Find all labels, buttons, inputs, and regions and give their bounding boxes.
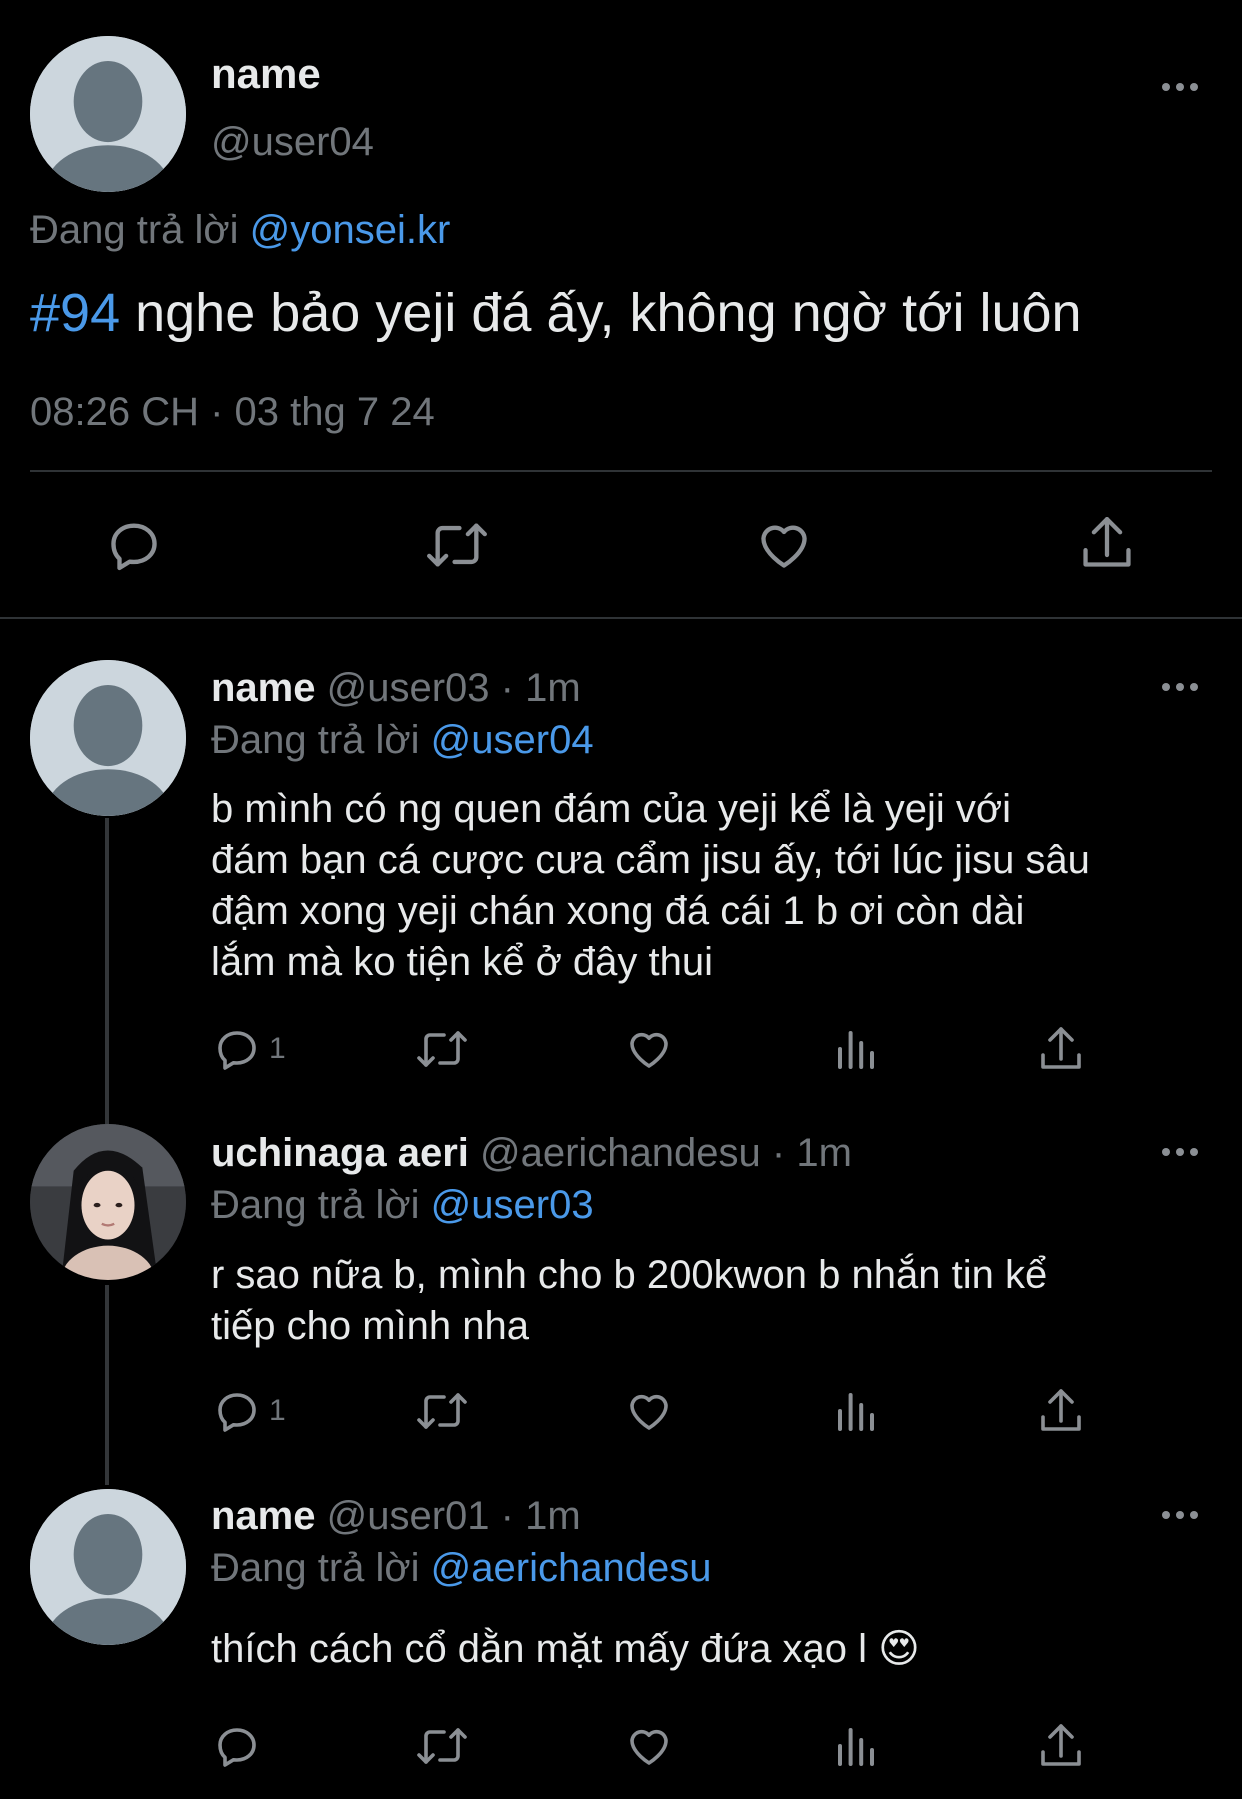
- reply-icon: [218, 1031, 256, 1070]
- avatar[interactable]: [30, 36, 186, 192]
- text-line: đám bạn cá cược cưa cẩm jisu ấy, tới lúc…: [211, 838, 1090, 882]
- share-button[interactable]: [1037, 1720, 1085, 1772]
- share-icon: [1041, 1389, 1081, 1431]
- replying-to-link[interactable]: @user03: [431, 1183, 594, 1227]
- views-icon: [838, 1728, 874, 1766]
- reply-header: name @user03 · 1m: [211, 666, 581, 711]
- retweet-icon: [427, 523, 487, 567]
- reply-time[interactable]: · 1m: [501, 666, 581, 710]
- replying-to-line: Đang trả lời @aerichandesu: [211, 1546, 711, 1591]
- text-line: thích cách cổ dằn mặt mấy đứa xạo l 😍: [211, 1627, 920, 1671]
- author-handle[interactable]: @user04: [211, 120, 374, 165]
- author-name[interactable]: name: [211, 1494, 316, 1538]
- section-divider: [0, 617, 1242, 619]
- more-icon[interactable]: [1160, 1146, 1200, 1158]
- retweet-button[interactable]: [423, 516, 491, 574]
- avatar[interactable]: [30, 1489, 186, 1645]
- author-name[interactable]: uchinaga aeri: [211, 1131, 469, 1175]
- replying-to-line: Đang trả lời @yonsei.kr: [30, 208, 450, 253]
- author-handle[interactable]: @user03: [327, 666, 490, 710]
- reply-button[interactable]: 1: [213, 1387, 286, 1435]
- thread-line: [105, 818, 109, 1124]
- reply-button[interactable]: [105, 516, 163, 574]
- retweet-button[interactable]: [413, 1722, 471, 1770]
- author-name[interactable]: name: [211, 50, 321, 98]
- reply-icon: [218, 1728, 256, 1767]
- share-icon: [1041, 1027, 1081, 1069]
- avatar[interactable]: [30, 1124, 186, 1280]
- reply-icon: [218, 1393, 256, 1432]
- replying-to-link[interactable]: @aerichandesu: [431, 1546, 712, 1590]
- share-icon: [1041, 1724, 1081, 1766]
- reply-header: uchinaga aeri @aerichandesu · 1m: [211, 1131, 852, 1176]
- author-handle[interactable]: @user01: [327, 1494, 490, 1538]
- reply-text: b mình có ng quen đám của yeji kể là yej…: [211, 784, 1090, 988]
- hashtag-link[interactable]: #94: [30, 283, 120, 343]
- reply-time[interactable]: · 1m: [501, 1494, 581, 1538]
- like-icon: [761, 525, 807, 568]
- reply-icon: [111, 523, 157, 571]
- like-button[interactable]: [624, 1722, 674, 1770]
- tweet-text: #94 nghe bảo yeji đá ấy, không ngờ tới l…: [30, 282, 1082, 344]
- more-icon[interactable]: [1160, 681, 1200, 693]
- reply-count: 1: [269, 1394, 286, 1427]
- reply-count: 1: [269, 1032, 286, 1065]
- replying-to-line: Đang trả lời @user03: [211, 1183, 594, 1228]
- reply-time[interactable]: · 1m: [772, 1131, 852, 1175]
- reply-header: name @user01 · 1m: [211, 1494, 581, 1539]
- more-icon[interactable]: [1160, 81, 1200, 93]
- retweet-icon: [417, 1393, 467, 1429]
- views-icon: [838, 1031, 874, 1069]
- reply-text: r sao nữa b, mình cho b 200kwon b nhắn t…: [211, 1250, 1047, 1352]
- like-icon: [630, 1394, 668, 1430]
- like-button[interactable]: [624, 1025, 674, 1073]
- views-icon: [838, 1393, 874, 1431]
- text-line: b mình có ng quen đám của yeji kể là yej…: [211, 787, 1011, 831]
- share-button[interactable]: [1037, 1385, 1085, 1437]
- text-line: r sao nữa b, mình cho b 200kwon b nhắn t…: [211, 1253, 1048, 1297]
- like-icon: [630, 1032, 668, 1068]
- share-button[interactable]: [1037, 1023, 1085, 1075]
- tweet-timestamp[interactable]: 08:26 CH · 03 thg 7 24: [30, 390, 435, 435]
- views-button[interactable]: [832, 1025, 880, 1073]
- replying-to-link[interactable]: @user04: [431, 718, 594, 762]
- tweet-body: nghe bảo yeji đá ấy, không ngờ tới luôn: [120, 283, 1082, 343]
- divider: [30, 470, 1212, 472]
- author-handle[interactable]: @aerichandesu: [480, 1131, 761, 1175]
- replying-to-link[interactable]: @yonsei.kr: [250, 208, 451, 252]
- retweet-button[interactable]: [413, 1387, 471, 1435]
- views-button[interactable]: [832, 1722, 880, 1770]
- views-button[interactable]: [832, 1387, 880, 1435]
- more-icon[interactable]: [1160, 1509, 1200, 1521]
- text-line: đậm xong yeji chán xong đá cái 1 b ơi cò…: [211, 889, 1025, 933]
- text-line: lắm mà ko tiện kể ở đây thui: [211, 940, 714, 984]
- retweet-icon: [417, 1728, 467, 1764]
- like-icon: [630, 1729, 668, 1765]
- replying-prefix: Đang trả lời: [211, 1546, 420, 1590]
- share-icon: [1083, 517, 1131, 567]
- replying-prefix: Đang trả lời: [30, 208, 239, 252]
- thread-line: [105, 1285, 109, 1485]
- retweet-icon: [417, 1031, 467, 1067]
- replying-prefix: Đang trả lời: [211, 1183, 420, 1227]
- retweet-button[interactable]: [413, 1025, 471, 1073]
- reply-text: thích cách cổ dằn mặt mấy đứa xạo l 😍: [211, 1624, 920, 1675]
- reply-button[interactable]: [213, 1722, 269, 1770]
- text-line: tiếp cho mình nha: [211, 1304, 529, 1348]
- replying-prefix: Đang trả lời: [211, 718, 420, 762]
- author-name[interactable]: name: [211, 666, 316, 710]
- share-button[interactable]: [1078, 512, 1136, 574]
- like-button[interactable]: [754, 516, 814, 574]
- reply-button[interactable]: 1: [213, 1025, 286, 1073]
- avatar[interactable]: [30, 660, 186, 816]
- replying-to-line: Đang trả lời @user04: [211, 718, 594, 763]
- like-button[interactable]: [624, 1387, 674, 1435]
